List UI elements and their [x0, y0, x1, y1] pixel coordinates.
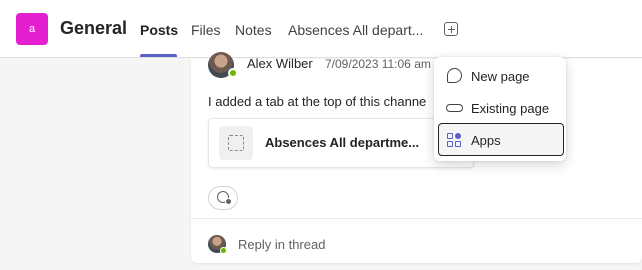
tab-absences[interactable]: Absences All depart... [288, 22, 423, 38]
apps-icon [447, 133, 463, 149]
tab-files[interactable]: Files [191, 22, 221, 38]
tab-posts[interactable]: Posts [140, 22, 178, 38]
tab-notes[interactable]: Notes [235, 22, 272, 38]
presence-available-icon [228, 68, 238, 78]
presence-available-icon [220, 247, 227, 254]
post-timestamp: 7/09/2023 11:06 am [325, 57, 431, 71]
add-tab-icon[interactable] [444, 22, 458, 36]
menu-item-new-page[interactable]: New page [471, 69, 530, 84]
team-avatar[interactable]: a [16, 13, 48, 45]
attachment-title[interactable]: Absences All departme... [265, 135, 435, 150]
message-body: I added a tab at the top of this channe [208, 94, 427, 109]
divider [191, 218, 642, 219]
reply-in-thread-button[interactable]: Reply in thread [238, 237, 325, 252]
menu-item-apps-label: Apps [471, 133, 501, 148]
chat-bubble-icon [447, 68, 462, 83]
placeholder-app-icon [228, 135, 244, 151]
sender-name[interactable]: Alex Wilber [247, 56, 313, 71]
active-tab-indicator [140, 54, 177, 57]
link-icon [446, 104, 463, 112]
channel-title: General [60, 18, 128, 38]
plus-badge-icon [225, 198, 232, 205]
menu-item-existing-page[interactable]: Existing page [471, 101, 549, 116]
